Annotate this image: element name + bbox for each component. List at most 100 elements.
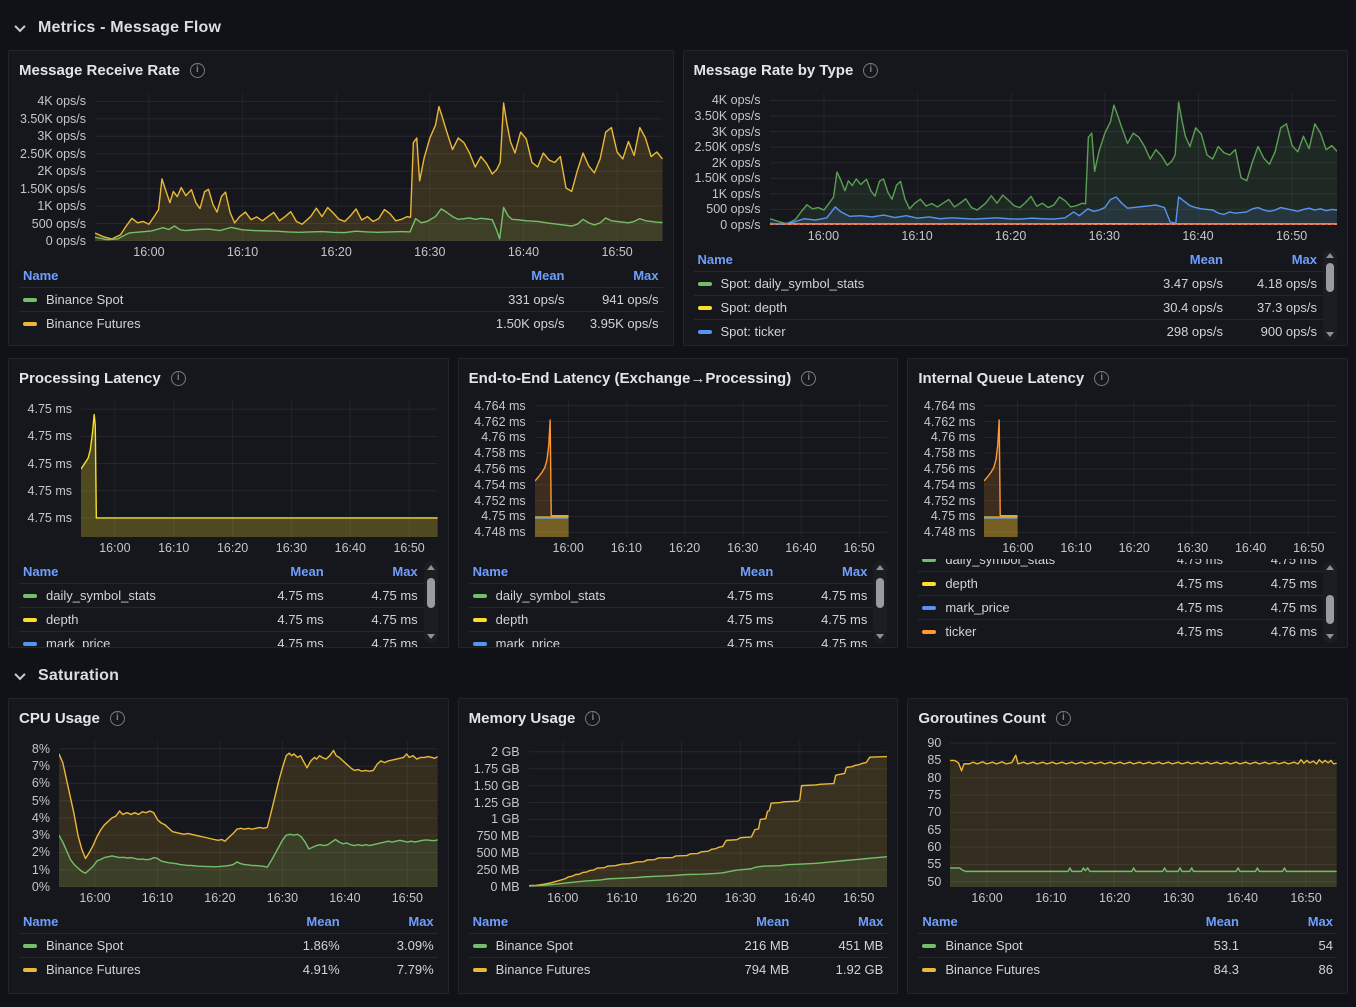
legend-row[interactable]: daily_symbol_stats4.75 ms4.75 ms bbox=[19, 583, 438, 607]
panel-title[interactable]: Goroutines Count bbox=[918, 710, 1046, 727]
legend-header-name[interactable]: Name bbox=[469, 914, 678, 929]
info-icon[interactable] bbox=[801, 371, 816, 386]
panel-title[interactable]: Message Rate by Type bbox=[694, 62, 854, 79]
legend-series-label[interactable]: daily_symbol_stats bbox=[945, 559, 1055, 567]
legend-row[interactable]: depth4.75 ms4.75 ms bbox=[918, 571, 1337, 595]
legend-header-mean[interactable]: Mean bbox=[228, 914, 340, 929]
info-icon[interactable] bbox=[863, 63, 878, 78]
legend-row[interactable]: daily_symbol_stats4.75 ms4.75 ms bbox=[469, 583, 888, 607]
legend-series-label[interactable]: mark_price bbox=[945, 600, 1009, 615]
scroll-up-arrow[interactable] bbox=[1326, 253, 1334, 258]
info-icon[interactable] bbox=[1094, 371, 1109, 386]
legend-series-label[interactable]: Binance Spot bbox=[945, 938, 1022, 953]
legend-series-label[interactable]: depth bbox=[945, 576, 978, 591]
legend-header-name[interactable]: Name bbox=[918, 914, 1127, 929]
legend-row[interactable]: Binance Spot216 MB451 MB bbox=[469, 933, 888, 957]
legend-series-label[interactable]: Binance Spot bbox=[46, 938, 123, 953]
legend-header-name[interactable]: Name bbox=[19, 268, 453, 283]
legend-header-name[interactable]: Name bbox=[19, 564, 212, 579]
legend-header-max[interactable]: Max bbox=[340, 914, 438, 929]
legend-row[interactable]: Binance Futures794 MB1.92 GB bbox=[469, 957, 888, 981]
legend-scrollbar[interactable] bbox=[424, 561, 438, 643]
legend-row[interactable]: daily_symbol_stats4.75 ms4.75 ms bbox=[918, 559, 1337, 571]
scroll-down-arrow[interactable] bbox=[876, 634, 884, 639]
time-series-chart[interactable] bbox=[81, 401, 438, 537]
legend-row[interactable]: Spot: ticker298 ops/s900 ops/s bbox=[694, 319, 1338, 343]
section-header-metrics-message-flow[interactable]: Metrics - Message Flow bbox=[16, 14, 1348, 42]
scroll-up-arrow[interactable] bbox=[427, 565, 435, 570]
legend-series-label[interactable]: Spot: daily_symbol_stats bbox=[721, 276, 865, 291]
legend-row[interactable]: mark_price4.75 ms4.75 ms bbox=[918, 595, 1337, 619]
legend-series-label[interactable]: Binance Futures bbox=[496, 962, 591, 977]
legend-row[interactable]: Binance Futures4.91%7.79% bbox=[19, 957, 438, 981]
legend-row[interactable]: depth4.75 ms4.75 ms bbox=[469, 607, 888, 631]
panel-title[interactable]: CPU Usage bbox=[19, 710, 100, 727]
time-series-chart[interactable] bbox=[984, 401, 1337, 537]
panel-title[interactable]: End-to-End Latency (Exchange→Processing) bbox=[469, 370, 792, 387]
time-series-chart[interactable] bbox=[59, 741, 438, 887]
legend-header-max[interactable]: Max bbox=[1239, 914, 1337, 929]
legend-series-label[interactable]: Binance Futures bbox=[46, 962, 141, 977]
legend-scrollbar[interactable] bbox=[873, 561, 887, 643]
info-icon[interactable] bbox=[1056, 711, 1071, 726]
time-series-chart[interactable] bbox=[770, 93, 1338, 225]
legend-series-label[interactable]: mark_price bbox=[496, 636, 560, 647]
scroll-up-arrow[interactable] bbox=[876, 565, 884, 570]
legend-row[interactable]: Spot: depth30.4 ops/s37.3 ops/s bbox=[694, 295, 1338, 319]
legend-header-name[interactable]: Name bbox=[694, 252, 1112, 267]
legend-row[interactable]: Binance Spot53.154 bbox=[918, 933, 1337, 957]
legend-series-label[interactable]: Spot: depth bbox=[721, 300, 788, 315]
legend-row[interactable]: Spot: daily_symbol_stats3.47 ops/s4.18 o… bbox=[694, 271, 1338, 295]
time-series-chart[interactable] bbox=[950, 741, 1337, 887]
legend-scrollbar[interactable] bbox=[1323, 561, 1337, 643]
info-icon[interactable] bbox=[171, 371, 186, 386]
legend-header-mean[interactable]: Mean bbox=[661, 564, 773, 579]
legend-header-max[interactable]: Max bbox=[324, 564, 422, 579]
section-header-saturation[interactable]: Saturation bbox=[16, 662, 1348, 690]
legend-series-label[interactable]: Binance Futures bbox=[46, 316, 141, 331]
legend-series-label[interactable]: mark_price bbox=[46, 636, 110, 647]
scroll-up-arrow[interactable] bbox=[1326, 565, 1334, 570]
panel-title[interactable]: Internal Queue Latency bbox=[918, 370, 1084, 387]
legend-series-label[interactable]: depth bbox=[496, 612, 529, 627]
legend-row[interactable]: Binance Futures84.386 bbox=[918, 957, 1337, 981]
legend-series-label[interactable]: Binance Spot bbox=[496, 938, 573, 953]
legend-series-label[interactable]: Binance Futures bbox=[945, 962, 1040, 977]
legend-header-name[interactable]: Name bbox=[469, 564, 662, 579]
time-series-chart[interactable] bbox=[95, 93, 663, 241]
scroll-down-arrow[interactable] bbox=[427, 634, 435, 639]
legend-series-label[interactable]: Spot: ticker bbox=[721, 324, 786, 339]
legend-header-max[interactable]: Max bbox=[773, 564, 871, 579]
legend-header-mean[interactable]: Mean bbox=[677, 914, 789, 929]
legend-header-max[interactable]: Max bbox=[1223, 252, 1321, 267]
legend-series-label[interactable]: depth bbox=[46, 612, 79, 627]
time-series-chart[interactable] bbox=[529, 741, 888, 887]
info-icon[interactable] bbox=[585, 711, 600, 726]
legend-row[interactable]: ticker4.75 ms4.76 ms bbox=[918, 619, 1337, 643]
legend-header-mean[interactable]: Mean bbox=[1111, 252, 1223, 267]
legend-row[interactable]: mark_price4.75 ms4.75 ms bbox=[19, 631, 438, 647]
legend-header-mean[interactable]: Mean bbox=[1127, 914, 1239, 929]
panel-title[interactable]: Processing Latency bbox=[19, 370, 161, 387]
legend-scrollbar[interactable] bbox=[1323, 249, 1337, 341]
panel-title[interactable]: Message Receive Rate bbox=[19, 62, 180, 79]
time-series-chart[interactable] bbox=[535, 401, 888, 537]
info-icon[interactable] bbox=[190, 63, 205, 78]
legend-header-mean[interactable]: Mean bbox=[212, 564, 324, 579]
legend-series-label[interactable]: ticker bbox=[945, 624, 976, 639]
panel-title[interactable]: Memory Usage bbox=[469, 710, 576, 727]
info-icon[interactable] bbox=[110, 711, 125, 726]
legend-row[interactable]: Binance Futures1.50K ops/s3.95K ops/s bbox=[19, 311, 663, 335]
legend-row[interactable]: Binance Spot331 ops/s941 ops/s bbox=[19, 287, 663, 311]
legend-series-label[interactable]: daily_symbol_stats bbox=[496, 588, 606, 603]
legend-row[interactable]: Binance Spot1.86%3.09% bbox=[19, 933, 438, 957]
legend-header-max[interactable]: Max bbox=[565, 268, 663, 283]
scroll-down-arrow[interactable] bbox=[1326, 332, 1334, 337]
legend-header-max[interactable]: Max bbox=[789, 914, 887, 929]
scroll-down-arrow[interactable] bbox=[1326, 634, 1334, 639]
legend-row[interactable]: depth4.75 ms4.75 ms bbox=[19, 607, 438, 631]
legend-series-label[interactable]: daily_symbol_stats bbox=[46, 588, 156, 603]
legend-row[interactable]: mark_price4.75 ms4.75 ms bbox=[469, 631, 888, 647]
legend-header-name[interactable]: Name bbox=[19, 914, 228, 929]
legend-header-mean[interactable]: Mean bbox=[453, 268, 565, 283]
